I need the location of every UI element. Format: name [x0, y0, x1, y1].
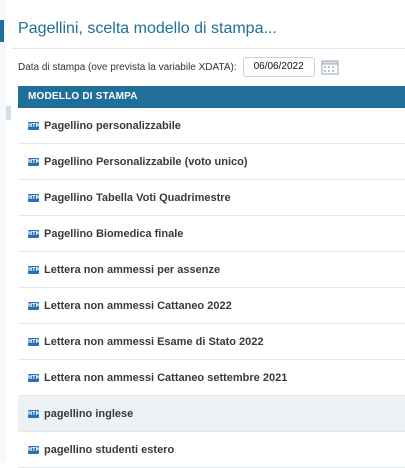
- table-row[interactable]: HTM Pagellino Tabella Voti Quadrimestre: [18, 180, 405, 216]
- row-label: Pagellino Biomedica finale: [44, 227, 184, 240]
- dialog-title: Pagellini, scelta modello di stampa...: [18, 20, 277, 37]
- table-row[interactable]: HTM Lettera non ammessi Cattaneo 2022: [18, 288, 405, 324]
- table-row[interactable]: HTM Lettera non ammessi Esame di Stato 20…: [18, 324, 405, 360]
- htm-file-icon: HTM: [28, 409, 41, 418]
- row-label: Lettera non ammessi Cattaneo 2022: [44, 299, 232, 312]
- row-label: Pagellino Personalizzabile (voto unico): [44, 155, 248, 168]
- htm-file-icon: HTM: [28, 337, 41, 346]
- background-panel-tab: [6, 106, 11, 120]
- htm-file-icon: HTM: [28, 157, 41, 166]
- left-panel-edge: [0, 0, 6, 462]
- row-label: pagellino inglese: [44, 407, 134, 420]
- table-row[interactable]: HTM Pagellino Biomedica finale: [18, 216, 405, 252]
- row-label: pagellino studenti estero: [44, 443, 175, 456]
- row-label: Lettera non ammessi Esame di Stato 2022: [44, 335, 264, 348]
- table-body: HTM Pagellino personalizzabile HTM Pagellin…: [18, 108, 405, 468]
- table-row[interactable]: HTM Pagellino personalizzabile: [18, 108, 405, 144]
- title-accent-bar: [0, 20, 4, 42]
- table-header: MODELLO DI STAMPA: [18, 86, 405, 108]
- table-row[interactable]: HTM Pagellino Personalizzabile (voto unic…: [18, 144, 405, 180]
- htm-file-icon: HTM: [28, 445, 41, 454]
- print-date-input[interactable]: 06/06/2022: [242, 57, 315, 77]
- htm-file-icon: HTM: [28, 193, 41, 202]
- table-row[interactable]: HTM pagellino inglese: [18, 396, 405, 432]
- title-divider: [12, 48, 405, 49]
- row-label: Lettera non ammessi per assenze: [44, 263, 221, 276]
- table-row[interactable]: HTM Lettera non ammessi Cattaneo settembr…: [18, 360, 405, 396]
- htm-file-icon: HTM: [28, 265, 41, 274]
- calendar-icon[interactable]: [321, 59, 339, 75]
- htm-file-icon: HTM: [28, 121, 41, 130]
- htm-file-icon: HTM: [28, 301, 41, 310]
- row-label: Pagellino Tabella Voti Quadrimestre: [44, 191, 231, 204]
- htm-file-icon: HTM: [28, 373, 41, 382]
- htm-file-icon: HTM: [28, 229, 41, 238]
- print-date-row: Data di stampa (ove prevista la variabil…: [18, 56, 339, 78]
- table-row[interactable]: HTM pagellino studenti estero: [18, 432, 405, 468]
- row-label: Lettera non ammessi Cattaneo settembre 2…: [44, 371, 288, 384]
- print-date-label: Data di stampa (ove prevista la variabil…: [18, 61, 237, 73]
- print-model-table: MODELLO DI STAMPA HTM Pagellino personali…: [18, 86, 405, 468]
- row-label: Pagellino personalizzabile: [44, 119, 181, 132]
- table-row[interactable]: HTM Lettera non ammessi per assenze: [18, 252, 405, 288]
